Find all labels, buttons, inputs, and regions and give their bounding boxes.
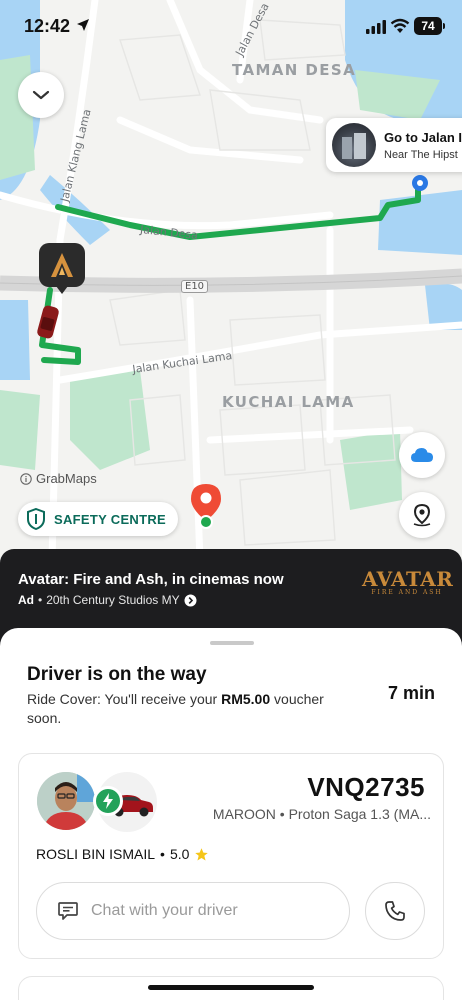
- locate-icon: [413, 503, 431, 527]
- driver-name: ROSLI BIN ISMAIL: [36, 846, 156, 862]
- electric-badge: [93, 786, 123, 816]
- status-bar: 12:42 74: [0, 0, 462, 52]
- ride-cover-prefix: Ride Cover: You'll receive your: [27, 691, 222, 707]
- car-description: MAROON • Proton Saga 1.3 (MA...: [212, 806, 431, 822]
- avatar-ad-logo: AVATAR FIRE AND ASH: [362, 567, 454, 596]
- driver-rating: 5.0: [169, 846, 190, 862]
- ad-sponsor: 20th Century Studios MY: [46, 593, 180, 607]
- ad-logo-sub: FIRE AND ASH: [371, 589, 443, 596]
- destination-thumbnail: [332, 123, 376, 167]
- battery-indicator: 74: [414, 17, 445, 35]
- chat-bubble-icon: [58, 902, 78, 920]
- status-time: 12:42: [24, 16, 71, 36]
- weather-button[interactable]: [399, 432, 445, 478]
- cloud-icon: [411, 448, 433, 462]
- driver-info-row: ROSLI BIN ISMAIL • 5.0: [36, 846, 209, 862]
- driver-avatar[interactable]: [37, 772, 95, 830]
- ad-logo-main: AVATAR: [362, 567, 454, 591]
- destination-callout[interactable]: Go to Jalan I Near The Hipst: [326, 118, 462, 172]
- avatar-logo-icon: [51, 253, 73, 277]
- area-label-taman-desa: TAMAN DESA: [232, 61, 357, 79]
- ad-badge: Ad: [18, 593, 34, 607]
- pickup-pin: [188, 483, 224, 534]
- eta-value: 7 min: [387, 683, 435, 703]
- chat-with-driver-button[interactable]: Chat with your driver: [36, 882, 350, 940]
- chevron-down-icon: [32, 90, 50, 100]
- grabmaps-attribution: GrabMaps: [20, 471, 97, 486]
- area-label-kuchai-lama: KUCHAI LAMA: [222, 393, 355, 411]
- ride-cover-message: Ride Cover: You'll receive your RM5.00 v…: [27, 690, 327, 728]
- collapse-map-button[interactable]: [18, 72, 64, 118]
- sheet-drag-handle[interactable]: [210, 641, 254, 645]
- chat-placeholder: Chat with your driver: [91, 902, 238, 919]
- driver-marker: [39, 243, 85, 294]
- safety-centre-label: SAFETY CENTRE: [54, 511, 167, 527]
- info-icon: [20, 472, 32, 485]
- wifi-icon: [390, 18, 410, 33]
- map-view[interactable]: TAMAN DESA KUCHAI LAMA Jalan Klang Lama …: [0, 0, 462, 560]
- location-arrow-icon: [77, 19, 89, 31]
- map-pin-icon: [191, 484, 221, 529]
- lightning-icon: [103, 793, 113, 809]
- home-indicator[interactable]: [148, 985, 314, 990]
- ad-separator: •: [38, 593, 43, 607]
- cellular-signal-icon: [366, 20, 386, 34]
- chevron-right-circle-icon: [184, 594, 197, 606]
- shield-icon: [27, 508, 45, 530]
- trip-bottom-sheet[interactable]: Driver is on the way Ride Cover: You'll …: [0, 628, 462, 1000]
- rating-separator: •: [160, 846, 165, 862]
- safety-centre-button[interactable]: SAFETY CENTRE: [18, 502, 179, 536]
- driver-card[interactable]: VNQ2735 MAROON • Proton Saga 1.3 (MA... …: [18, 753, 444, 959]
- ride-cover-amount: RM5.00: [221, 691, 271, 707]
- ad-subline: Ad • 20th Century Studios MY: [18, 593, 197, 607]
- driver-photo-image: [37, 772, 95, 830]
- grabmaps-label: GrabMaps: [36, 471, 97, 486]
- recenter-button[interactable]: [399, 492, 445, 538]
- license-plate: VNQ2735: [307, 772, 425, 802]
- highway-shield-e10: E10: [181, 280, 209, 293]
- phone-icon: [385, 901, 405, 921]
- ad-title: Avatar: Fire and Ash, in cinemas now: [18, 571, 284, 588]
- trip-status-title: Driver is on the way: [27, 664, 207, 685]
- star-icon: [195, 847, 209, 860]
- destination-title: Go to Jalan I: [384, 130, 462, 145]
- call-driver-button[interactable]: [365, 882, 425, 940]
- destination-subtitle: Near The Hipst: [384, 149, 458, 161]
